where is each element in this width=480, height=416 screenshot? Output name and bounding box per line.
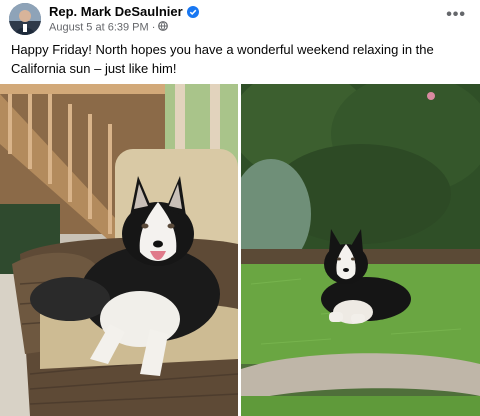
- photo-dog-on-lawn[interactable]: [241, 84, 480, 416]
- photo-dog-on-chair[interactable]: [0, 84, 238, 416]
- dog-on-lawn-image: [241, 84, 480, 416]
- post-meta: August 5 at 6:39 PM ·: [49, 21, 169, 34]
- post-text: Happy Friday! North hopes you have a won…: [11, 42, 434, 76]
- post-header: Rep. Mark DeSaulnier August 5 at 6:39 PM…: [0, 0, 480, 38]
- globe-icon: [158, 21, 169, 34]
- verified-badge-icon: [186, 6, 199, 21]
- author-name[interactable]: Rep. Mark DeSaulnier: [49, 4, 199, 21]
- avatar-image: [9, 3, 41, 35]
- more-options-button[interactable]: •••: [446, 6, 466, 24]
- ellipsis-icon: •••: [446, 6, 466, 23]
- author-name-text[interactable]: Rep. Mark DeSaulnier: [49, 4, 183, 19]
- post-timestamp[interactable]: August 5 at 6:39 PM: [49, 22, 149, 34]
- dog-on-chair-image: [0, 84, 238, 416]
- avatar[interactable]: [9, 3, 41, 35]
- meta-separator: ·: [151, 21, 156, 34]
